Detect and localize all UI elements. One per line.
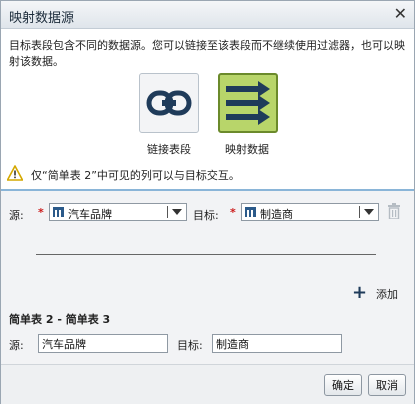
map-data-source-dialog: 映射数据源 ✕ 目标表段包含不同的数据源。您可以链接至该表段而不继续使用过滤器，… <box>0 0 415 404</box>
link-segment-label: 链接表段 <box>147 143 191 156</box>
select-separator <box>359 206 360 218</box>
row-target-label: 目标: <box>177 339 203 352</box>
map-data-button[interactable] <box>218 73 278 133</box>
source-label: 源: <box>9 209 24 222</box>
row-source-field[interactable] <box>38 334 168 353</box>
close-icon[interactable]: ✕ <box>394 4 407 23</box>
row-source-label: 源: <box>9 339 24 352</box>
source-select-value: 汽车品牌 <box>68 208 112 221</box>
arrows-right-icon <box>226 81 270 125</box>
plus-icon: + <box>352 282 368 303</box>
source-select[interactable]: 汽车品牌 <box>49 203 187 221</box>
target-required-mark: * <box>230 206 236 219</box>
chevron-down-icon[interactable] <box>172 209 182 215</box>
dialog-titlebar: 映射数据源 ✕ <box>1 1 414 29</box>
row-target-field[interactable] <box>212 334 342 353</box>
target-label: 目标: <box>193 209 219 222</box>
table-icon <box>245 207 256 217</box>
trash-icon[interactable] <box>387 203 401 219</box>
select-separator <box>167 206 168 218</box>
warning-icon <box>7 165 23 181</box>
dialog-footer: 确定 取消 <box>1 364 414 404</box>
dialog-title: 映射数据源 <box>9 11 75 26</box>
chain-link-icon <box>146 90 192 116</box>
divider <box>36 254 376 255</box>
dialog-description: 目标表段包含不同的数据源。您可以链接至该表段而不继续使用过滤器，也可以映射该数据… <box>9 39 405 68</box>
target-select[interactable]: 制造商 <box>241 203 379 221</box>
ok-button[interactable]: 确定 <box>324 374 362 396</box>
add-label: 添加 <box>376 288 398 301</box>
map-data-label: 映射数据 <box>225 143 269 156</box>
link-segment-button[interactable] <box>139 73 199 133</box>
warning-text: 仅“简单表 2”中可见的列可以与目标交互。 <box>31 169 240 182</box>
cancel-button[interactable]: 取消 <box>368 374 406 396</box>
table-icon <box>53 207 64 217</box>
chevron-down-icon[interactable] <box>364 209 374 215</box>
source-required-mark: * <box>38 206 44 219</box>
mapping-panel: 源: * 汽车品牌 目标: * 制造商 + 添加 简单表 2 - 简单表 3 源… <box>1 189 414 366</box>
mapping-section-title: 简单表 2 - 简单表 3 <box>9 313 111 326</box>
target-select-value: 制造商 <box>260 208 293 221</box>
